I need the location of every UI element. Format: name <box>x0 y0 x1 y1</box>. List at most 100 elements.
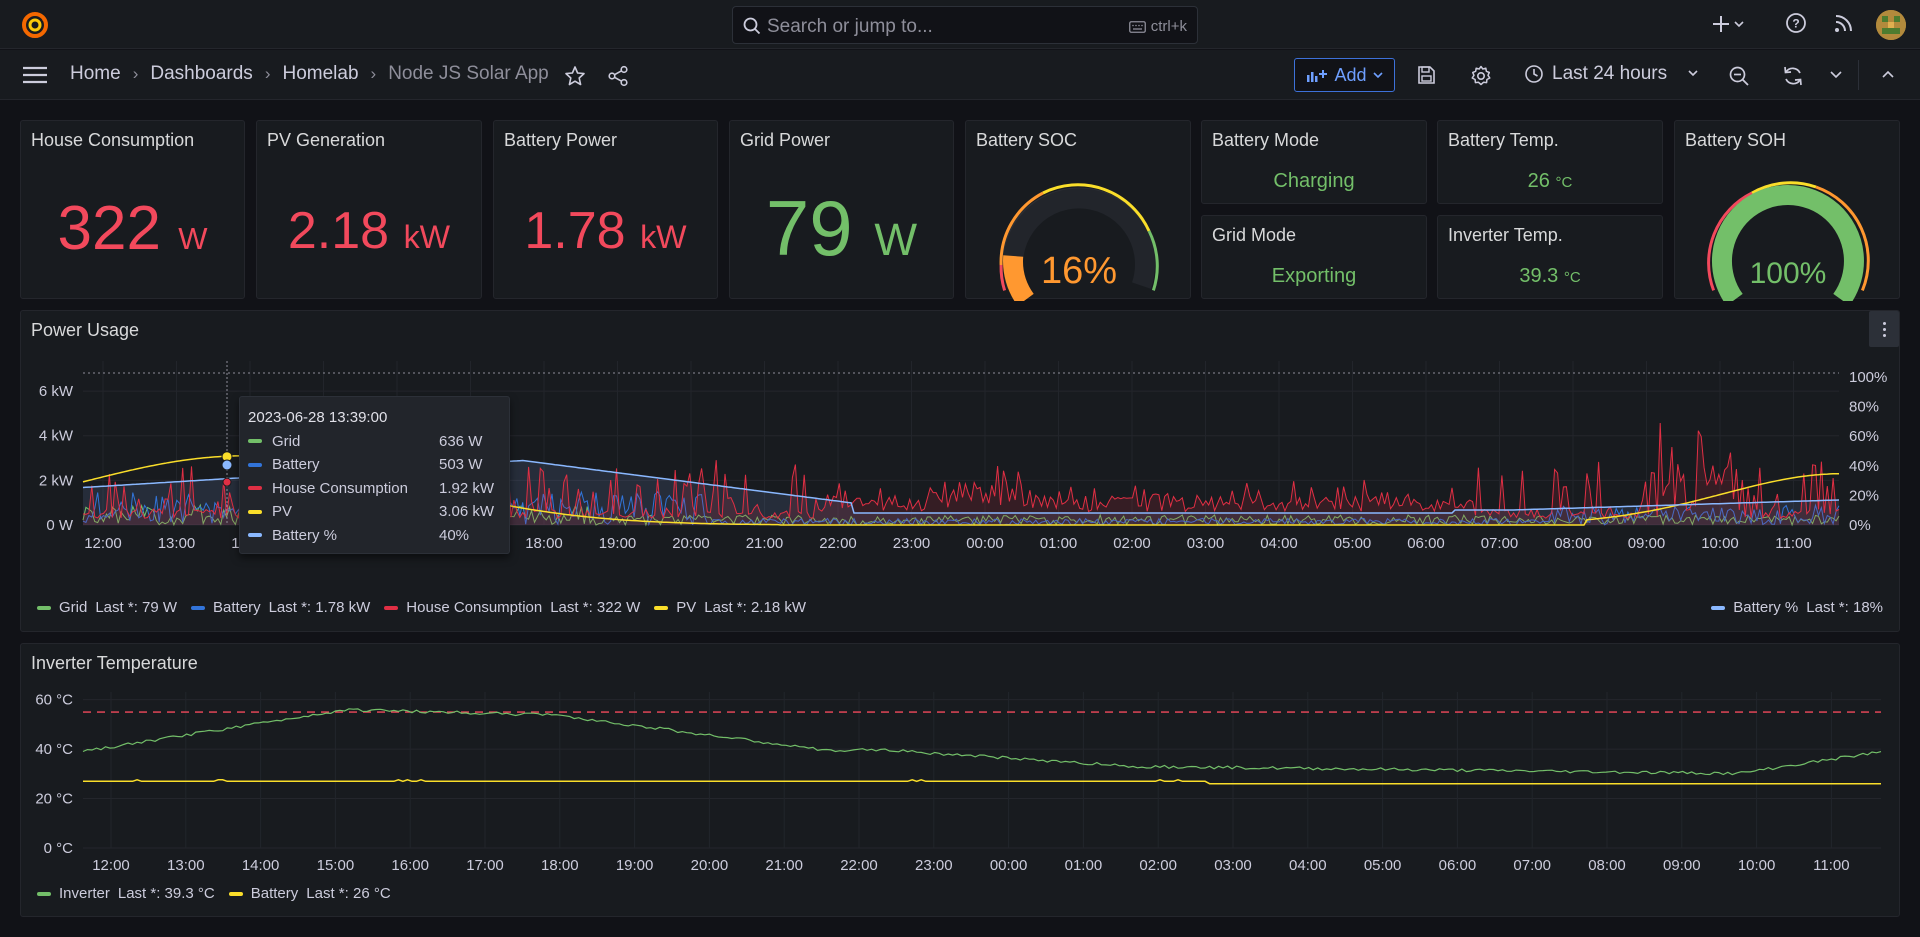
legend-swatch <box>384 605 399 610</box>
add-button[interactable]: Add <box>1294 58 1395 92</box>
x-tick-label: 10:00 <box>1738 857 1776 874</box>
pv-generation-value: 2.18 kW <box>257 201 481 261</box>
y2-tick-label: 40% <box>1849 458 1879 475</box>
tooltip-row: PV 3.06 kW <box>248 502 501 522</box>
y-tick-label: 40 °C <box>35 741 73 758</box>
legend-item[interactable]: Battery Last *: 1.78 kW <box>191 599 370 616</box>
search-input[interactable]: Search or jump to... ctrl+k <box>732 6 1198 44</box>
tooltip-row: Battery % 40% <box>248 525 501 545</box>
x-tick-label: 09:00 <box>1663 857 1701 874</box>
legend-item[interactable]: House Consumption Last *: 322 W <box>384 599 640 616</box>
legend-series-name: PV <box>676 599 697 616</box>
x-tick-label: 08:00 <box>1554 535 1592 552</box>
dot-icon <box>1882 321 1886 325</box>
add-panel-icon <box>1307 70 1328 82</box>
rss-news-icon[interactable] <box>1833 12 1855 34</box>
x-tick-label: 05:00 <box>1334 535 1372 552</box>
panel-title: Grid Power <box>740 130 831 150</box>
legend-last-value: Last *: 2.18 kW <box>704 599 806 616</box>
menu-hamburger-icon[interactable] <box>22 65 48 85</box>
crosshair-point <box>221 459 233 471</box>
legend-series-name: Battery <box>250 885 299 902</box>
x-tick-label: 23:00 <box>915 857 953 874</box>
legend-last-value: Last *: 322 W <box>550 599 641 616</box>
tooltip-row: Battery 503 W <box>248 455 501 475</box>
legend-swatch <box>37 605 51 610</box>
star-favorite-icon[interactable] <box>564 65 586 87</box>
legend-last-value: Last *: 18% <box>1806 599 1883 616</box>
inverter-temperature-legend: Inverter Last *: 39.3 °C Battery Last *: 26… <box>37 885 391 902</box>
search-shortcut-label: ctrl+k <box>1150 18 1187 35</box>
tooltip-swatch <box>248 486 262 490</box>
legend-item[interactable]: Battery % Last *: 18% <box>1711 599 1883 616</box>
tooltip-series-value: 1.92 kW <box>439 479 495 497</box>
x-tick-label: 03:00 <box>1214 857 1252 874</box>
x-tick-label: 14:00 <box>242 857 280 874</box>
avatar-pattern-icon <box>1876 10 1906 40</box>
refresh-icon[interactable] <box>1782 65 1804 87</box>
collapse-chevron-up-icon[interactable] <box>1881 69 1895 79</box>
legend-last-value: Last *: 79 W <box>95 599 178 616</box>
panel-title: Battery Temp. <box>1448 130 1559 150</box>
legend-item[interactable]: PV Last *: 2.18 kW <box>654 599 806 616</box>
x-tick-label: 21:00 <box>746 535 784 552</box>
x-tick-label: 18:00 <box>541 857 579 874</box>
help-icon[interactable]: ? <box>1785 12 1807 34</box>
x-tick-label: 12:00 <box>92 857 130 874</box>
inverter-temperature-chart[interactable]: 0 °C 20 °C 40 °C 60 °C 12:00 13:00 14:00 15:00 1… <box>21 684 1899 884</box>
breadcrumb-dashboards[interactable]: Dashboards <box>150 63 252 85</box>
save-dashboard-icon[interactable] <box>1416 65 1436 85</box>
grid-power-value: 79 W <box>730 183 953 274</box>
refresh-interval-chevron-down-icon[interactable] <box>1829 70 1843 80</box>
breadcrumb-home[interactable]: Home <box>70 63 121 85</box>
value-number: 322 <box>57 194 161 263</box>
y2-tick-label: 20% <box>1849 487 1879 504</box>
legend-item[interactable]: Battery Last *: 26 °C <box>228 885 391 902</box>
legend-swatch <box>191 605 206 610</box>
time-range-label: Last 24 hours <box>1552 63 1668 84</box>
search-placeholder: Search or jump to... <box>767 16 933 37</box>
y-tick-label: 6 kW <box>39 383 74 400</box>
search-shortcut: ctrl+k <box>1128 18 1187 35</box>
x-tick-label: 11:00 <box>1775 535 1811 552</box>
x-tick-label: 01:00 <box>1065 857 1103 874</box>
battery-mode-panel: Battery Mode Charging <box>1201 120 1427 204</box>
panel-menu-button[interactable] <box>1869 311 1899 347</box>
x-tick-label: 13:00 <box>158 535 196 552</box>
legend-swatch <box>37 891 51 896</box>
gauge-value-arc <box>1003 255 1034 301</box>
x-tick-label: 00:00 <box>966 535 1004 552</box>
dot-icon <box>1882 327 1886 331</box>
house-consumption-panel: House Consumption 322 W <box>20 120 245 299</box>
tooltip-row: House Consumption 1.92 kW <box>248 478 501 498</box>
new-plus-icon[interactable] <box>1712 12 1744 36</box>
add-button-label: Add <box>1334 64 1367 85</box>
grid-mode-value: Exporting <box>1271 265 1357 287</box>
breadcrumb: Home › Dashboards › Homelab › Node JS So… <box>70 63 549 85</box>
zoom-out-icon[interactable] <box>1728 65 1750 87</box>
panel-title: Battery SOC <box>976 130 1078 150</box>
y2-tick-label: 0% <box>1849 517 1871 534</box>
x-tick-label: 16:00 <box>391 857 429 874</box>
share-icon[interactable] <box>607 65 629 87</box>
breadcrumb-homelab[interactable]: Homelab <box>282 63 358 85</box>
panel-title: Battery Mode <box>1212 130 1320 150</box>
breadcrumb-separator-icon: › <box>264 64 271 83</box>
battery-soc-panel: Battery SOC 16% <box>965 120 1191 301</box>
x-tick-label: 06:00 <box>1439 857 1477 874</box>
battery-soh-panel: Battery SOH 100% <box>1674 120 1900 301</box>
legend-swatch <box>654 605 669 610</box>
legend-item[interactable]: Inverter Last *: 39.3 °C <box>37 885 215 902</box>
x-tick-label: 22:00 <box>819 535 857 552</box>
panel-title: Inverter Temperature <box>31 653 198 673</box>
crosshair-point <box>222 477 232 487</box>
top-bar: Search or jump to... ctrl+k ? <box>0 0 1920 49</box>
x-tick-label: 01:00 <box>1040 535 1078 552</box>
x-tick-label: 21:00 <box>765 857 803 874</box>
battery-series-line <box>83 779 1881 785</box>
legend-item[interactable]: Grid Last *: 79 W <box>37 599 177 616</box>
settings-gear-icon[interactable] <box>1470 65 1492 87</box>
time-range-picker[interactable]: Last 24 hours <box>1524 63 1699 85</box>
grafana-logo-icon[interactable] <box>20 10 50 40</box>
user-avatar[interactable] <box>1876 10 1906 40</box>
